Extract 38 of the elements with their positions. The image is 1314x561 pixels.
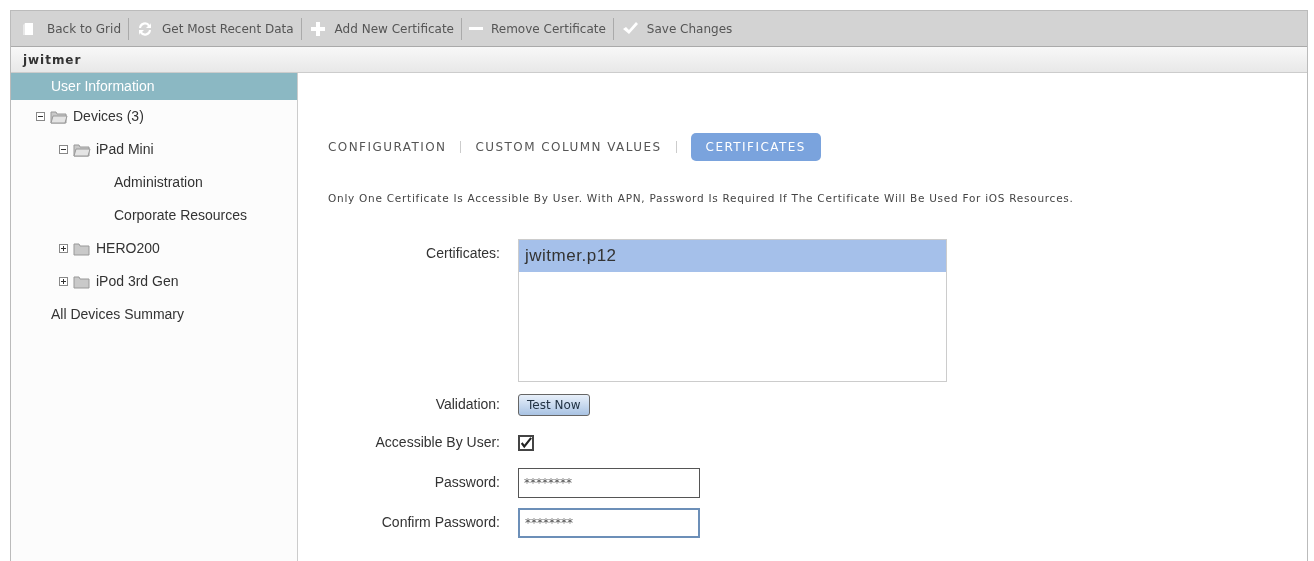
- tree-item[interactable]: HERO200: [11, 232, 297, 265]
- collapse-icon[interactable]: [36, 112, 45, 121]
- tab[interactable]: CONFIGURATION: [328, 133, 447, 161]
- tree-item[interactable]: Devices (3): [11, 100, 297, 133]
- collapse-icon[interactable]: [59, 145, 68, 154]
- tree-item[interactable]: iPod 3rd Gen: [11, 265, 297, 298]
- folder-icon: [73, 274, 91, 289]
- expand-icon[interactable]: [59, 277, 68, 286]
- description-text: Only One Certificate Is Accessible By User. With APN, Password Is Required If The Certificate Will Be Used For iOS Resources.: [328, 191, 1075, 206]
- field-label: Confirm Password:: [380, 513, 501, 533]
- plus-icon: [308, 19, 327, 38]
- folder-icon: [73, 241, 91, 256]
- field-label: Password:: [433, 473, 501, 493]
- expand-icon[interactable]: [59, 244, 68, 253]
- toolbar-button[interactable]: Get Most Recent Data: [134, 19, 296, 38]
- certificate-list[interactable]: jwitmer.p12: [518, 238, 947, 382]
- field-label: Certificates:: [425, 243, 501, 263]
- field-label: Validation:: [434, 395, 501, 415]
- checkbox[interactable]: [518, 434, 534, 451]
- minus-icon: [469, 27, 483, 30]
- user-name: jwitmer: [23, 51, 82, 69]
- password-field[interactable]: ********: [518, 507, 700, 538]
- tab[interactable]: CUSTOM COLUMN VALUES: [475, 133, 662, 161]
- toolbar-button[interactable]: Remove Certificate: [467, 19, 608, 38]
- list-item[interactable]: jwitmer.p12: [519, 239, 946, 272]
- tree-item[interactable]: Administration: [11, 166, 297, 199]
- tree-item[interactable]: All Devices Summary: [11, 298, 297, 331]
- folder-icon: [73, 142, 91, 157]
- tree-item[interactable]: Corporate Resources: [11, 199, 297, 232]
- toolbar-button[interactable]: Add New Certificate: [306, 19, 456, 38]
- toolbar-button[interactable]: Save Changes: [618, 19, 735, 38]
- field-label: Accessible By User:: [374, 433, 501, 453]
- toolbar-button[interactable]: Back to Grid: [19, 19, 123, 38]
- tree-item[interactable]: iPad Mini: [11, 133, 297, 166]
- test-now-button[interactable]: Test Now: [518, 393, 590, 416]
- password-field[interactable]: ********: [518, 467, 700, 498]
- refresh-icon: [136, 19, 154, 38]
- folder-icon: [50, 109, 68, 124]
